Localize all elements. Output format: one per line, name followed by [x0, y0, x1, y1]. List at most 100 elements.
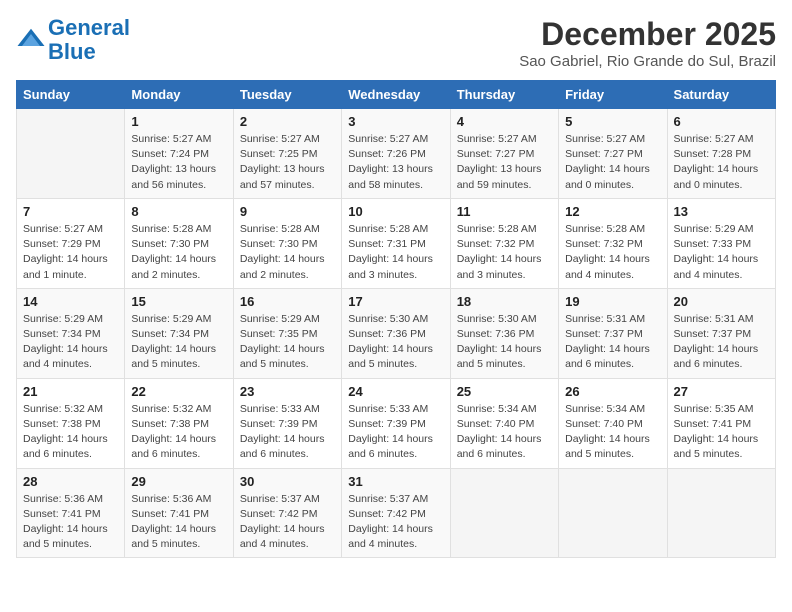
calendar-cell: 5Sunrise: 5:27 AM Sunset: 7:27 PM Daylig… — [559, 109, 667, 199]
calendar-cell: 7 Sunrise: 5:27 AM Sunset: 7:29 PM Daylig… — [17, 198, 125, 288]
day-number: 15 — [131, 294, 226, 309]
calendar-cell: 22 Sunrise: 5:32 AM Sunset: 7:38 PM Dayli… — [125, 378, 233, 468]
day-info: Sunrise: 5:27 AM Sunset: 7:25 PM Dayligh… — [240, 132, 335, 193]
weekday-header: Tuesday — [233, 81, 341, 109]
day-number: 21 — [23, 384, 118, 399]
day-number: 20 — [674, 294, 769, 309]
day-number: 13 — [674, 204, 769, 219]
calendar-cell: 9 Sunrise: 5:28 AM Sunset: 7:30 PM Daylig… — [233, 198, 341, 288]
weekday-header: Thursday — [450, 81, 558, 109]
day-number: 31 — [348, 474, 443, 489]
page-header: General Blue December 2025 Sao Gabriel, … — [16, 16, 776, 70]
day-info: Sunrise: 5:28 AM Sunset: 7:30 PM Dayligh… — [131, 222, 226, 283]
calendar-cell: 25Sunrise: 5:34 AM Sunset: 7:40 PM Dayli… — [450, 378, 558, 468]
calendar-cell — [667, 468, 775, 558]
weekday-header: Sunday — [17, 81, 125, 109]
calendar-cell: 30Sunrise: 5:37 AM Sunset: 7:42 PM Dayli… — [233, 468, 341, 558]
day-info: Sunrise: 5:29 AM Sunset: 7:34 PM Dayligh… — [23, 312, 118, 373]
day-number: 24 — [348, 384, 443, 399]
calendar-cell — [450, 468, 558, 558]
calendar-cell: 24 Sunrise: 5:33 AM Sunset: 7:39 PM Dayli… — [342, 378, 450, 468]
day-info: Sunrise: 5:28 AM Sunset: 7:31 PM Dayligh… — [348, 222, 443, 283]
day-info: Sunrise: 5:31 AM Sunset: 7:37 PM Dayligh… — [674, 312, 769, 373]
calendar-cell: 3 Sunrise: 5:27 AM Sunset: 7:26 PM Daylig… — [342, 109, 450, 199]
day-info: Sunrise: 5:36 AM Sunset: 7:41 PM Dayligh… — [131, 492, 226, 553]
day-info: Sunrise: 5:32 AM Sunset: 7:38 PM Dayligh… — [23, 402, 118, 463]
weekday-header: Monday — [125, 81, 233, 109]
calendar-cell: 27Sunrise: 5:35 AM Sunset: 7:41 PM Dayli… — [667, 378, 775, 468]
day-number: 28 — [23, 474, 118, 489]
day-number: 4 — [457, 114, 552, 129]
calendar-cell — [559, 468, 667, 558]
day-number: 7 — [23, 204, 118, 219]
day-number: 22 — [131, 384, 226, 399]
calendar-cell: 2 Sunrise: 5:27 AM Sunset: 7:25 PM Daylig… — [233, 109, 341, 199]
day-info: Sunrise: 5:36 AM Sunset: 7:41 PM Dayligh… — [23, 492, 118, 553]
day-number: 17 — [348, 294, 443, 309]
day-info: Sunrise: 5:33 AM Sunset: 7:39 PM Dayligh… — [348, 402, 443, 463]
calendar-cell: 10Sunrise: 5:28 AM Sunset: 7:31 PM Dayli… — [342, 198, 450, 288]
day-number: 23 — [240, 384, 335, 399]
calendar-cell: 28 Sunrise: 5:36 AM Sunset: 7:41 PM Dayli… — [17, 468, 125, 558]
day-info: Sunrise: 5:27 AM Sunset: 7:27 PM Dayligh… — [457, 132, 552, 193]
logo-icon — [16, 25, 46, 55]
calendar-cell: 13Sunrise: 5:29 AM Sunset: 7:33 PM Dayli… — [667, 198, 775, 288]
calendar-cell: 31Sunrise: 5:37 AM Sunset: 7:42 PM Dayli… — [342, 468, 450, 558]
calendar-cell: 26 Sunrise: 5:34 AM Sunset: 7:40 PM Dayli… — [559, 378, 667, 468]
day-info: Sunrise: 5:29 AM Sunset: 7:34 PM Dayligh… — [131, 312, 226, 373]
weekday-row: SundayMondayTuesdayWednesdayThursdayFrid… — [17, 81, 776, 109]
calendar-header: SundayMondayTuesdayWednesdayThursdayFrid… — [17, 81, 776, 109]
calendar-cell: 21 Sunrise: 5:32 AM Sunset: 7:38 PM Dayli… — [17, 378, 125, 468]
calendar-cell: 18 Sunrise: 5:30 AM Sunset: 7:36 PM Dayli… — [450, 288, 558, 378]
day-number: 11 — [457, 204, 552, 219]
day-info: Sunrise: 5:34 AM Sunset: 7:40 PM Dayligh… — [565, 402, 660, 463]
day-number: 12 — [565, 204, 660, 219]
day-info: Sunrise: 5:27 AM Sunset: 7:27 PM Dayligh… — [565, 132, 660, 193]
day-number: 9 — [240, 204, 335, 219]
calendar-week-row: 7 Sunrise: 5:27 AM Sunset: 7:29 PM Daylig… — [17, 198, 776, 288]
day-number: 25 — [457, 384, 552, 399]
day-info: Sunrise: 5:28 AM Sunset: 7:30 PM Dayligh… — [240, 222, 335, 283]
weekday-header: Wednesday — [342, 81, 450, 109]
calendar-week-row: 1 Sunrise: 5:27 AM Sunset: 7:24 PM Daylig… — [17, 109, 776, 199]
day-number: 16 — [240, 294, 335, 309]
title-block: December 2025 Sao Gabriel, Rio Grande do… — [519, 16, 776, 70]
day-number: 19 — [565, 294, 660, 309]
day-info: Sunrise: 5:27 AM Sunset: 7:29 PM Dayligh… — [23, 222, 118, 283]
day-number: 2 — [240, 114, 335, 129]
calendar-cell: 4 Sunrise: 5:27 AM Sunset: 7:27 PM Daylig… — [450, 109, 558, 199]
day-number: 1 — [131, 114, 226, 129]
day-info: Sunrise: 5:29 AM Sunset: 7:35 PM Dayligh… — [240, 312, 335, 373]
calendar-cell: 15 Sunrise: 5:29 AM Sunset: 7:34 PM Dayli… — [125, 288, 233, 378]
day-info: Sunrise: 5:30 AM Sunset: 7:36 PM Dayligh… — [348, 312, 443, 373]
calendar-cell: 20 Sunrise: 5:31 AM Sunset: 7:37 PM Dayli… — [667, 288, 775, 378]
day-info: Sunrise: 5:33 AM Sunset: 7:39 PM Dayligh… — [240, 402, 335, 463]
day-info: Sunrise: 5:28 AM Sunset: 7:32 PM Dayligh… — [565, 222, 660, 283]
day-info: Sunrise: 5:27 AM Sunset: 7:24 PM Dayligh… — [131, 132, 226, 193]
calendar-body: 1 Sunrise: 5:27 AM Sunset: 7:24 PM Daylig… — [17, 109, 776, 558]
day-number: 18 — [457, 294, 552, 309]
logo: General Blue — [16, 16, 130, 64]
day-number: 30 — [240, 474, 335, 489]
calendar-cell: 8Sunrise: 5:28 AM Sunset: 7:30 PM Daylig… — [125, 198, 233, 288]
calendar-cell: 23 Sunrise: 5:33 AM Sunset: 7:39 PM Dayli… — [233, 378, 341, 468]
calendar-week-row: 21 Sunrise: 5:32 AM Sunset: 7:38 PM Dayli… — [17, 378, 776, 468]
day-info: Sunrise: 5:27 AM Sunset: 7:26 PM Dayligh… — [348, 132, 443, 193]
calendar-week-row: 28 Sunrise: 5:36 AM Sunset: 7:41 PM Dayli… — [17, 468, 776, 558]
calendar-cell: 14Sunrise: 5:29 AM Sunset: 7:34 PM Dayli… — [17, 288, 125, 378]
calendar-week-row: 14Sunrise: 5:29 AM Sunset: 7:34 PM Dayli… — [17, 288, 776, 378]
day-info: Sunrise: 5:27 AM Sunset: 7:28 PM Dayligh… — [674, 132, 769, 193]
day-number: 3 — [348, 114, 443, 129]
day-number: 26 — [565, 384, 660, 399]
day-info: Sunrise: 5:32 AM Sunset: 7:38 PM Dayligh… — [131, 402, 226, 463]
weekday-header: Friday — [559, 81, 667, 109]
page-title: December 2025 — [519, 16, 776, 53]
calendar-cell: 17 Sunrise: 5:30 AM Sunset: 7:36 PM Dayli… — [342, 288, 450, 378]
calendar-cell: 11Sunrise: 5:28 AM Sunset: 7:32 PM Dayli… — [450, 198, 558, 288]
calendar-cell: 19Sunrise: 5:31 AM Sunset: 7:37 PM Dayli… — [559, 288, 667, 378]
weekday-header: Saturday — [667, 81, 775, 109]
logo-text: General Blue — [48, 16, 130, 64]
day-info: Sunrise: 5:30 AM Sunset: 7:36 PM Dayligh… — [457, 312, 552, 373]
calendar-table: SundayMondayTuesdayWednesdayThursdayFrid… — [16, 80, 776, 558]
calendar-cell: 12 Sunrise: 5:28 AM Sunset: 7:32 PM Dayli… — [559, 198, 667, 288]
